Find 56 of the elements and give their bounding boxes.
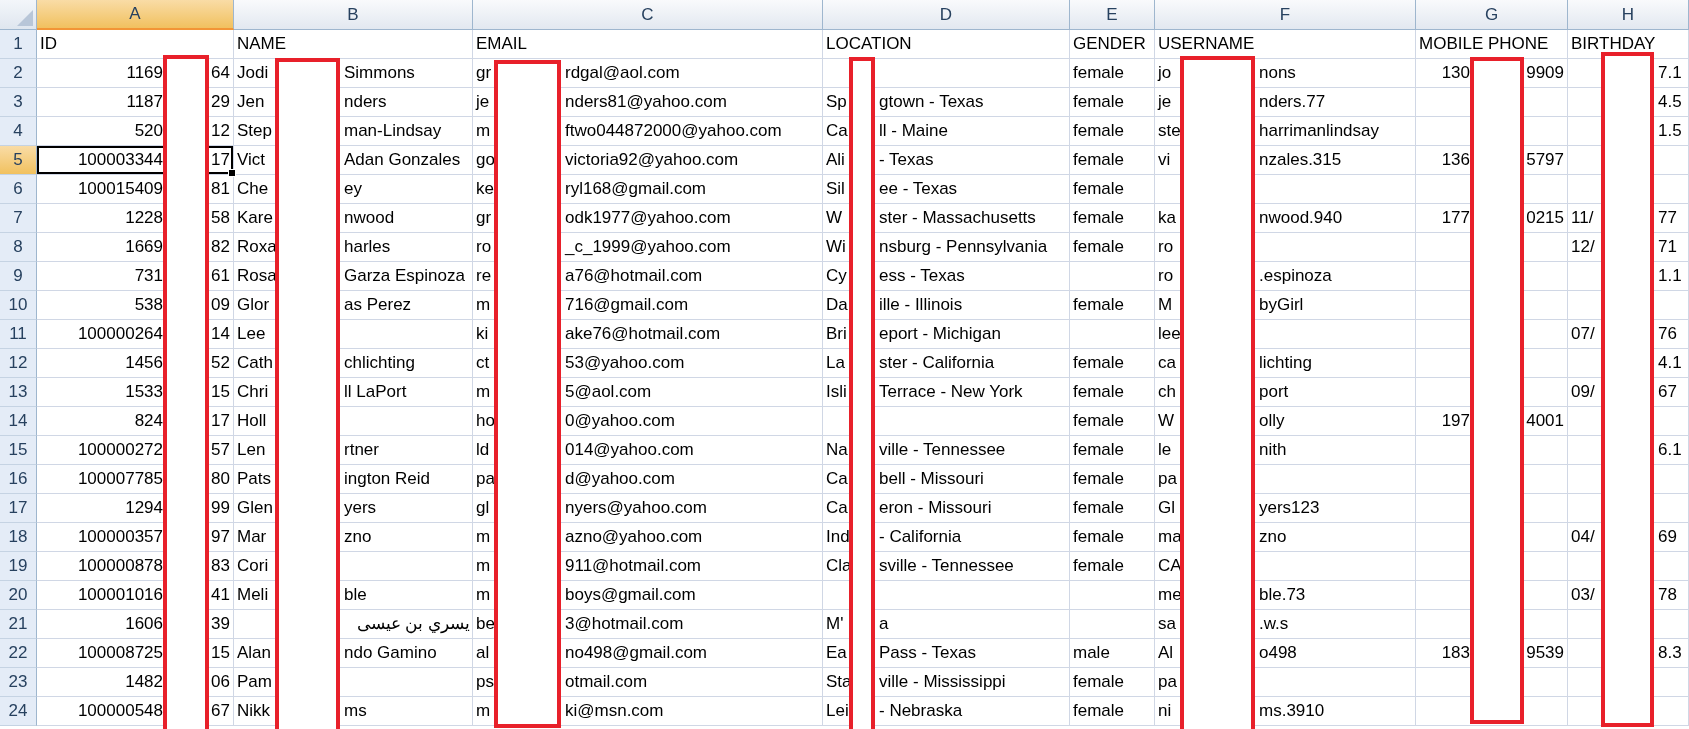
row-header[interactable]: 9 xyxy=(0,262,37,291)
row-header[interactable]: 18 xyxy=(0,523,37,552)
table-cell: male xyxy=(1070,639,1155,668)
row-header[interactable]: 17 xyxy=(0,494,37,523)
row-header[interactable]: 14 xyxy=(0,407,37,436)
row-header[interactable]: 24 xyxy=(0,697,37,726)
table-cell: female xyxy=(1070,117,1155,146)
table-cell: female xyxy=(1070,436,1155,465)
column-header[interactable]: F xyxy=(1155,0,1416,30)
table-cell: female xyxy=(1070,146,1155,175)
row-header[interactable]: 1 xyxy=(0,30,37,59)
row-header[interactable]: 20 xyxy=(0,581,37,610)
column-title: GENDER xyxy=(1070,30,1155,59)
table-cell: female xyxy=(1070,233,1155,262)
row-header[interactable]: 8 xyxy=(0,233,37,262)
row-header[interactable]: 7 xyxy=(0,204,37,233)
table-cell: female xyxy=(1070,668,1155,697)
row-header[interactable]: 12 xyxy=(0,349,37,378)
row-header[interactable]: 22 xyxy=(0,639,37,668)
column-header[interactable]: E xyxy=(1070,0,1155,30)
table-cell: female xyxy=(1070,697,1155,726)
column-header[interactable]: A xyxy=(37,0,234,30)
row-header[interactable]: 19 xyxy=(0,552,37,581)
row-header[interactable]: 3 xyxy=(0,88,37,117)
row-header[interactable]: 15 xyxy=(0,436,37,465)
triangle-icon xyxy=(17,10,33,26)
table-cell: female xyxy=(1070,494,1155,523)
row-header[interactable]: 5 xyxy=(0,146,37,175)
row-header[interactable]: 6 xyxy=(0,175,37,204)
table-cell: 100003344 17 xyxy=(37,146,234,175)
row-header[interactable]: 21 xyxy=(0,610,37,639)
row-header[interactable]: 16 xyxy=(0,465,37,494)
row-header[interactable]: 11 xyxy=(0,320,37,349)
table-cell: female xyxy=(1070,349,1155,378)
table-cell: female xyxy=(1070,291,1155,320)
table-cell: female xyxy=(1070,407,1155,436)
fill-handle[interactable] xyxy=(228,169,236,177)
row-header[interactable]: 10 xyxy=(0,291,37,320)
table-cell: female xyxy=(1070,465,1155,494)
row-header[interactable]: 2 xyxy=(0,59,37,88)
table-cell: female xyxy=(1070,175,1155,204)
table-cell: female xyxy=(1070,523,1155,552)
table-cell: female xyxy=(1070,59,1155,88)
row-header[interactable]: 13 xyxy=(0,378,37,407)
table-cell: female xyxy=(1070,88,1155,117)
table-cell: female xyxy=(1070,552,1155,581)
column-header[interactable]: B xyxy=(234,0,473,30)
column-title: EMAIL xyxy=(473,30,823,59)
row-header[interactable]: 4 xyxy=(0,117,37,146)
column-header[interactable]: G xyxy=(1416,0,1568,30)
table-cell: female xyxy=(1070,204,1155,233)
column-header[interactable]: H xyxy=(1568,0,1689,30)
column-header[interactable]: D xyxy=(823,0,1070,30)
table-cell: female xyxy=(1070,378,1155,407)
row-header[interactable]: 23 xyxy=(0,668,37,697)
column-header[interactable]: C xyxy=(473,0,823,30)
